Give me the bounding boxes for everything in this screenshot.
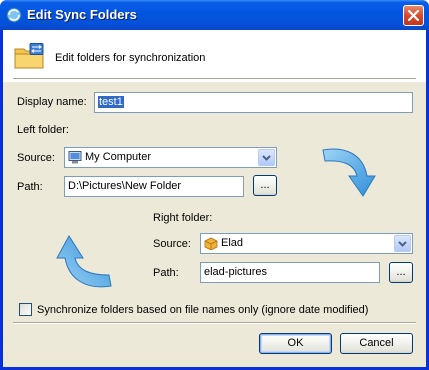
left-source-combo[interactable]: My Computer (64, 147, 277, 168)
right-browse-button[interactable]: ... (389, 262, 413, 283)
title-bar[interactable]: Edit Sync Folders (0, 0, 429, 30)
footer-divider (13, 322, 416, 324)
left-source-dropdown-button[interactable] (258, 149, 275, 166)
window-title: Edit Sync Folders (27, 7, 137, 22)
left-path-label: Path: (17, 181, 43, 193)
ok-button[interactable]: OK (259, 333, 332, 354)
right-source-label: Source: (153, 238, 191, 250)
right-source-combo[interactable]: Elad (200, 233, 413, 254)
box-icon (204, 237, 218, 250)
curved-arrow-up-icon (56, 235, 112, 288)
right-path-input[interactable]: elad-pictures (200, 262, 380, 283)
header-divider (13, 78, 416, 80)
right-source-value: Elad (221, 237, 244, 249)
display-name-value: test1 (98, 96, 124, 108)
dialog-window: Edit Sync Folders Edit folders for synch… (0, 0, 429, 370)
dialog-header: Edit folders for synchronization (3, 30, 426, 82)
left-folder-heading: Left folder: (17, 124, 69, 136)
close-button[interactable] (403, 5, 424, 26)
close-icon (408, 10, 419, 21)
right-source-dropdown-button[interactable] (394, 235, 411, 252)
left-browse-button[interactable]: ... (253, 175, 277, 196)
sync-folder-icon (14, 43, 44, 69)
right-path-label: Path: (153, 267, 179, 279)
filenames-only-label[interactable]: Synchronize folders based on file names … (37, 304, 368, 316)
left-source-value: My Computer (85, 151, 152, 163)
display-name-input[interactable]: test1 (94, 92, 413, 113)
chevron-down-icon (398, 241, 407, 247)
left-source-label: Source: (17, 152, 55, 164)
chevron-down-icon (262, 155, 271, 161)
cancel-button[interactable]: Cancel (340, 333, 413, 354)
right-folder-heading: Right folder: (153, 212, 213, 224)
dialog-body: Edit folders for synchronization Display… (3, 30, 426, 367)
left-path-input[interactable]: D:\Pictures\New Folder (64, 176, 244, 197)
filenames-only-checkbox[interactable] (19, 303, 32, 316)
curved-arrow-down-icon (322, 148, 376, 197)
my-computer-icon (68, 151, 82, 164)
header-text: Edit folders for synchronization (55, 52, 206, 64)
sync-globe-icon (6, 7, 22, 23)
display-name-label: Display name: (17, 96, 87, 108)
